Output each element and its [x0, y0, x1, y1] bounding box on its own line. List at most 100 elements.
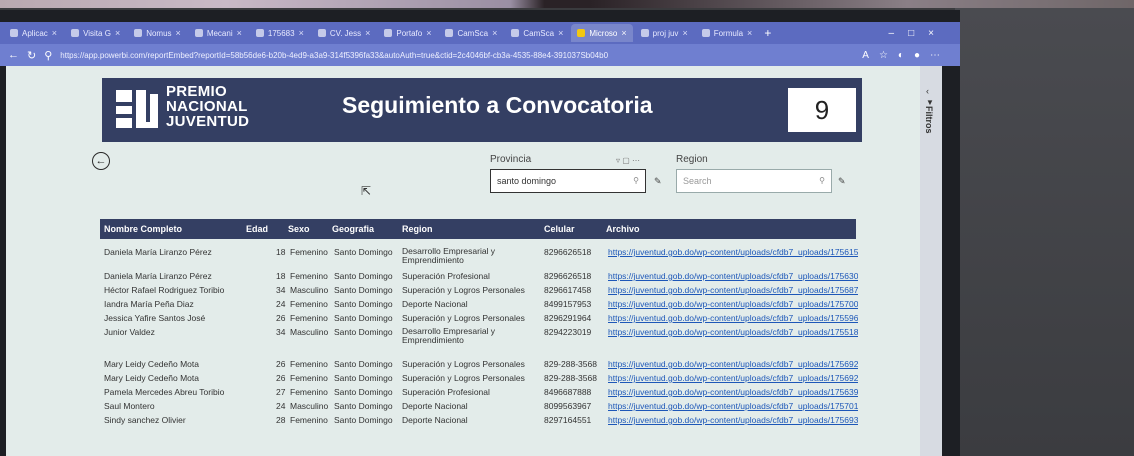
more-options-icon[interactable]: ⋯	[632, 156, 640, 165]
close-icon[interactable]: ×	[928, 28, 934, 39]
browser-tab[interactable]: CamSca ×	[505, 24, 569, 42]
close-tab-icon[interactable]: ×	[558, 28, 563, 38]
table-row[interactable]: Junior Valdez 34 Masculino Santo Domingo Des…	[100, 327, 858, 349]
browser-tab[interactable]: Aplicac ×	[4, 24, 63, 42]
eraser-icon[interactable]: ✎	[838, 176, 846, 187]
browser-tab[interactable]: 175683 ×	[250, 24, 310, 42]
col-header-geografia[interactable]: Geografia	[332, 224, 374, 234]
browser-tab[interactable]: Mecani ×	[189, 24, 248, 42]
filters-pane[interactable]: ‹ ▼ Filtros	[920, 66, 942, 456]
col-header-sexo[interactable]: Sexo	[288, 224, 310, 234]
close-tab-icon[interactable]: ×	[682, 28, 687, 38]
new-tab-icon[interactable]: +	[764, 26, 771, 40]
cell-nombre: Saul Montero	[104, 401, 155, 411]
close-tab-icon[interactable]: ×	[621, 28, 626, 38]
cell-edad: 27	[276, 387, 286, 397]
region-search-input[interactable]: Search ⚲	[676, 169, 832, 193]
eraser-icon[interactable]: ✎	[654, 176, 662, 187]
browser-tab[interactable]: Portafo ×	[378, 24, 437, 42]
browser-tab[interactable]: Visita G ×	[65, 24, 126, 42]
close-tab-icon[interactable]: ×	[299, 28, 304, 38]
col-header-edad[interactable]: Edad	[246, 224, 268, 234]
refresh-icon[interactable]: ↻	[27, 49, 36, 62]
table-row[interactable]: Daniela María Liranzo Pérez 18 Femenino San…	[100, 271, 858, 285]
url-field[interactable]: https://app.powerbi.com/reportEmbed?repo…	[60, 51, 760, 60]
table-row[interactable]: Héctor Rafael Rodriguez Toribio 34 Masculi…	[100, 285, 858, 299]
cell-region: Superación y Logros Personales	[402, 373, 525, 383]
window-controls: – □ ×	[889, 28, 960, 39]
cell-nombre: Daniela María Liranzo Pérez	[104, 271, 212, 281]
logo-icon	[116, 90, 158, 128]
col-header-celular[interactable]: Celular	[544, 224, 575, 234]
cell-archivo[interactable]: https://juventud.gob.do/wp-content/uploa…	[608, 373, 858, 383]
close-tab-icon[interactable]: ×	[176, 28, 181, 38]
col-header-archivo[interactable]: Archivo	[606, 224, 640, 234]
col-header-region[interactable]: Region	[402, 224, 433, 234]
browser-tab[interactable]: proj juv ×	[635, 24, 694, 42]
cell-archivo[interactable]: https://juventud.gob.do/wp-content/uploa…	[608, 415, 858, 425]
table-row[interactable]: Iandra María Peña Diaz 24 Femenino Santo Do…	[100, 299, 858, 313]
browser-tab-label: Visita G	[83, 28, 111, 38]
provincia-value: santo domingo	[497, 176, 557, 186]
table-row[interactable]: Sindy sanchez Olivier 28 Femenino Santo Dom…	[100, 415, 858, 429]
close-tab-icon[interactable]: ×	[426, 28, 431, 38]
browser-tab[interactable]: CV. Jess ×	[312, 24, 377, 42]
close-tab-icon[interactable]: ×	[115, 28, 120, 38]
table-row[interactable]: Jessica Yafire Santos José 26 Femenino Sant…	[100, 313, 858, 327]
browser-tab[interactable]: Formula ×	[696, 24, 759, 42]
maximize-icon[interactable]: □	[908, 28, 914, 39]
cell-archivo[interactable]: https://juventud.gob.do/wp-content/uploa…	[608, 285, 858, 295]
close-tab-icon[interactable]: ×	[52, 28, 57, 38]
back-arrow-icon[interactable]: ←	[92, 152, 110, 170]
minimize-icon[interactable]: –	[889, 28, 895, 39]
close-tab-icon[interactable]: ×	[237, 28, 242, 38]
browser-address-bar: ← ↻ ⚲ https://app.powerbi.com/reportEmbe…	[0, 44, 960, 66]
more-icon[interactable]: ⋯	[930, 50, 940, 61]
cell-archivo[interactable]: https://juventud.gob.do/wp-content/uploa…	[608, 387, 858, 397]
cell-region: Superación y Logros Personales	[402, 313, 525, 323]
browser-tab[interactable]: Nomus ×	[128, 24, 187, 42]
close-tab-icon[interactable]: ×	[365, 28, 370, 38]
tab-favicon-icon	[71, 29, 80, 37]
cell-geografia: Santo Domingo	[334, 313, 393, 323]
collapse-chevron-icon[interactable]: ‹	[926, 86, 929, 96]
close-tab-icon[interactable]: ×	[747, 28, 752, 38]
cell-archivo[interactable]: https://juventud.gob.do/wp-content/uploa…	[608, 359, 858, 369]
filter-icon[interactable]: ▿	[616, 156, 620, 165]
focus-mode-icon[interactable]: ▢	[622, 156, 630, 165]
tab-favicon-icon	[255, 29, 264, 37]
browser-tab[interactable]: CamSca ×	[439, 24, 503, 42]
table-row[interactable]: Saul Montero 24 Masculino Santo Domingo Depo…	[100, 401, 858, 415]
tab-favicon-icon	[10, 29, 18, 37]
sync-icon[interactable]: ◐	[898, 50, 904, 61]
table-row[interactable]: Pamela Mercedes Abreu Toribio 27 Femenino S…	[100, 387, 858, 401]
cell-region: Superación y Logros Personales	[402, 359, 525, 369]
table-row[interactable]: Mary Leidy Cedeño Mota 26 Femenino Santo Do…	[100, 359, 858, 373]
cell-geografia: Santo Domingo	[334, 271, 393, 281]
cell-archivo[interactable]: https://juventud.gob.do/wp-content/uploa…	[608, 299, 858, 309]
cell-sexo: Femenino	[290, 299, 328, 309]
browser-tab[interactable]: Microso ×	[571, 24, 633, 42]
mouse-cursor-icon: ⇱	[361, 184, 372, 198]
cell-archivo[interactable]: https://juventud.gob.do/wp-content/uploa…	[608, 271, 858, 281]
cell-archivo[interactable]: https://juventud.gob.do/wp-content/uploa…	[608, 247, 858, 257]
provincia-label: Provincia	[490, 154, 532, 165]
cell-celular: 8496687888	[544, 387, 592, 397]
profile-icon[interactable]: ●	[914, 50, 920, 61]
cell-archivo[interactable]: https://juventud.gob.do/wp-content/uploa…	[608, 401, 858, 411]
cell-edad: 34	[276, 327, 286, 337]
provincia-search-input[interactable]: santo domingo ⚲	[490, 169, 646, 193]
read-aloud-icon[interactable]: A	[862, 50, 869, 61]
back-icon[interactable]: ←	[8, 49, 19, 61]
table-row[interactable]: Mary Leidy Cedeño Mota 26 Femenino Santo Do…	[100, 373, 858, 387]
table-row[interactable]: Daniela María Liranzo Pérez 18 Femenino San…	[100, 247, 858, 269]
tab-favicon-icon	[445, 29, 454, 37]
cell-archivo[interactable]: https://juventud.gob.do/wp-content/uploa…	[608, 313, 858, 323]
cell-edad: 18	[276, 247, 286, 257]
col-header-nombre[interactable]: Nombre Completo	[104, 224, 182, 234]
cell-sexo: Femenino	[290, 271, 328, 281]
favorite-icon[interactable]: ☆	[879, 50, 888, 61]
cell-archivo[interactable]: https://juventud.gob.do/wp-content/uploa…	[608, 327, 858, 337]
data-table: Nombre Completo Edad Sexo Geografia Regi…	[100, 219, 858, 425]
close-tab-icon[interactable]: ×	[492, 28, 497, 38]
